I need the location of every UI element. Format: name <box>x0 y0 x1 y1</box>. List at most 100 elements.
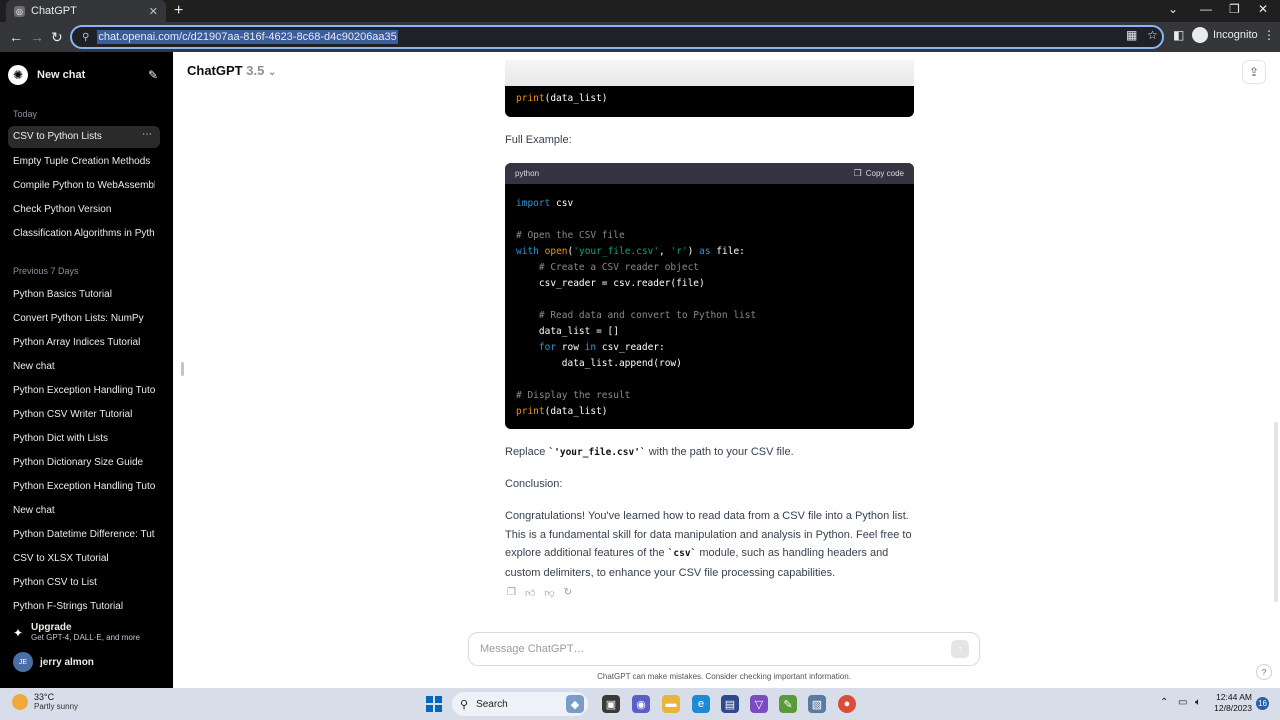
address-bar[interactable]: ⚲ chat.openai.com/c/d21907aa-816f-4623-8… <box>70 25 1164 49</box>
code-line: # Display the result <box>516 390 631 401</box>
sidebar-toggle-handle[interactable] <box>181 362 184 376</box>
disclaimer-text: ChatGPT can make mistakes. Consider chec… <box>597 672 851 681</box>
app-icon[interactable]: ▧ <box>808 695 826 713</box>
sidebar-item[interactable]: New chat <box>13 361 155 372</box>
sidebar-item[interactable]: Python CSV Writer Tutorial <box>13 409 155 420</box>
model-version: 3.5 <box>246 63 265 78</box>
replace-instruction: Replace `'your_file.csv'` with the path … <box>505 446 794 458</box>
sidebar-item[interactable]: Compile Python to WebAssembly <box>13 180 155 191</box>
close-tab-icon[interactable]: ✕ <box>149 5 158 18</box>
message-actions: ❐ 👍︎ 👎︎ ↻ <box>507 587 581 599</box>
minimize-icon[interactable]: — <box>1200 2 1212 16</box>
thumbs-up-icon[interactable]: 👍︎ <box>525 587 535 599</box>
compose-icon[interactable]: ✎ <box>148 68 158 82</box>
time: 12:44 AM <box>1216 692 1252 702</box>
bookmark-star-icon[interactable]: ☆ <box>1147 28 1158 42</box>
regenerate-icon[interactable]: ↻ <box>564 587 572 599</box>
scrollbar[interactable] <box>1274 422 1278 602</box>
message-input[interactable]: Message ChatGPT… <box>480 643 951 655</box>
sidebar-item[interactable]: Classification Algorithms in Pytho <box>13 228 155 239</box>
reload-icon[interactable]: ↻ <box>51 28 63 46</box>
chrome-icon[interactable]: ● <box>838 695 856 713</box>
code-line: # Create a CSV reader object <box>516 262 700 273</box>
model-name: ChatGPT <box>187 63 243 78</box>
sidebar-item[interactable]: Convert Python Lists: NumPy <box>13 313 155 324</box>
new-tab-icon[interactable]: + <box>174 2 183 20</box>
file-explorer-icon[interactable]: ▬ <box>662 695 680 713</box>
qr-code-icon[interactable]: ▦ <box>1126 28 1137 42</box>
help-icon[interactable]: ? <box>1256 664 1272 680</box>
code-line: # Read data and convert to Python list <box>516 310 757 321</box>
sidebar-item[interactable]: Check Python Version <box>13 204 155 215</box>
back-icon[interactable]: ← <box>9 28 23 46</box>
vpn-icon[interactable]: ▽ <box>750 695 768 713</box>
sidebar-item[interactable]: Python Exception Handling Tutori <box>13 385 155 396</box>
browser-tab-bar: ◎ ChatGPT ✕ + ⌄ — ❐ ✕ <box>0 0 1280 22</box>
sidebar-item[interactable]: Python Exception Handling Tutori <box>13 481 155 492</box>
notepad-plus-icon[interactable]: ✎ <box>779 695 797 713</box>
user-menu[interactable]: JE jerry almon <box>13 652 94 672</box>
conclusion-paragraph: Congratulations! You've learned how to r… <box>505 510 912 580</box>
notification-badge[interactable]: 16 <box>1256 697 1269 710</box>
tab-search-chevron-icon[interactable]: ⌄ <box>1168 2 1178 16</box>
search-label: Search <box>476 698 508 710</box>
thumbs-down-icon[interactable]: 👎︎ <box>544 587 554 599</box>
openai-logo-icon: ✺ <box>8 65 28 85</box>
forward-icon[interactable]: → <box>30 28 44 46</box>
sidebar-item[interactable]: Python Array Indices Tutorial <box>13 337 155 348</box>
code-body[interactable]: import csv # Open the CSV file with open… <box>505 184 914 429</box>
store-icon[interactable]: ▤ <box>721 695 739 713</box>
sidebar-item[interactable]: Python Datetime Difference: Tuto <box>13 529 155 540</box>
code-line: data_list.append(row) <box>516 358 682 369</box>
chat-icon[interactable]: ◉ <box>632 695 650 713</box>
previous-code-block: print(data_list) <box>505 60 914 117</box>
edge-icon[interactable]: e <box>692 695 710 713</box>
temperature: 33°C <box>34 692 55 702</box>
code-line: csv_reader = csv.reader(file) <box>516 278 705 289</box>
sidebar-item[interactable]: Python Dict with Lists <box>13 433 155 444</box>
new-chat-button[interactable]: ✺ New chat ✎ <box>8 64 158 86</box>
weather-widget[interactable]: 33°C Partly sunny <box>12 692 78 711</box>
copy-code-button[interactable]: ❐ Copy code <box>854 168 904 179</box>
share-icon[interactable]: ⇪ <box>1242 60 1266 84</box>
copilot-icon[interactable]: ◆ <box>566 695 584 713</box>
sidebar-item[interactable]: Python Dictionary Size Guide <box>13 457 155 468</box>
copy-icon[interactable]: ❐ <box>507 587 516 599</box>
maximize-icon[interactable]: ❐ <box>1229 2 1240 16</box>
sidebar-item[interactable]: Python CSV to List <box>13 577 155 588</box>
browser-menu-icon[interactable]: ⋮ <box>1263 28 1275 42</box>
site-info-icon[interactable]: ⚲ <box>82 32 89 43</box>
tab-title: ChatGPT <box>31 5 77 17</box>
clock[interactable]: 12:44 AM 12/8/2023 <box>1212 692 1252 714</box>
sidebar-item[interactable]: Python F-Strings Tutorial <box>13 601 155 612</box>
sidebar-item[interactable]: CSV to XLSX Tutorial <box>13 553 155 564</box>
avatar: JE <box>13 652 33 672</box>
message-composer[interactable]: Message ChatGPT… ↑ <box>468 632 980 666</box>
code-line: with open('your_file.csv', 'r') as file: <box>516 246 745 257</box>
sidebar-item[interactable]: Empty Tuple Creation Methods <box>13 156 155 167</box>
url-text[interactable]: chat.openai.com/c/d21907aa-816f-4623-8c6… <box>97 30 398 44</box>
browser-tab[interactable]: ◎ ChatGPT ✕ <box>6 0 166 22</box>
sidebar-item[interactable]: Python Basics Tutorial <box>13 289 155 300</box>
network-icon[interactable]: ▭ <box>1178 697 1187 708</box>
more-options-icon[interactable]: ⋯ <box>142 129 152 140</box>
send-icon[interactable]: ↑ <box>951 640 969 658</box>
taskbar: 33°C Partly sunny ⚲ Search ◆ ▣ ◉ ▬ e ▤ ▽… <box>0 688 1280 720</box>
side-panel-icon[interactable]: ◧ <box>1173 28 1184 42</box>
code-block-header: python ❐ Copy code <box>505 163 914 184</box>
sidebar-item[interactable]: New chat <box>13 505 155 516</box>
close-window-icon[interactable]: ✕ <box>1258 2 1268 16</box>
show-hidden-icons-icon[interactable]: ⌃ <box>1160 697 1168 708</box>
start-button[interactable] <box>426 696 442 712</box>
upgrade-button[interactable]: ✦ Upgrade Get GPT-4, DALL·E, and more <box>13 622 140 642</box>
upgrade-title: Upgrade <box>31 622 72 633</box>
sidebar-item-csv-to-python-lists[interactable]: CSV to Python Lists ⋯ <box>8 126 160 148</box>
code-line: import csv <box>516 198 574 209</box>
task-view-icon[interactable]: ▣ <box>602 695 620 713</box>
volume-icon[interactable]: 🔈︎ <box>1195 697 1201 708</box>
main-chat-area: ChatGPT 3.5 ⌄ ⇪ print(data_list) Full Ex… <box>173 52 1280 688</box>
incognito-indicator[interactable]: Incognito <box>1192 27 1258 43</box>
today-section-label: Today <box>13 109 38 119</box>
model-selector[interactable]: ChatGPT 3.5 ⌄ <box>187 63 276 78</box>
